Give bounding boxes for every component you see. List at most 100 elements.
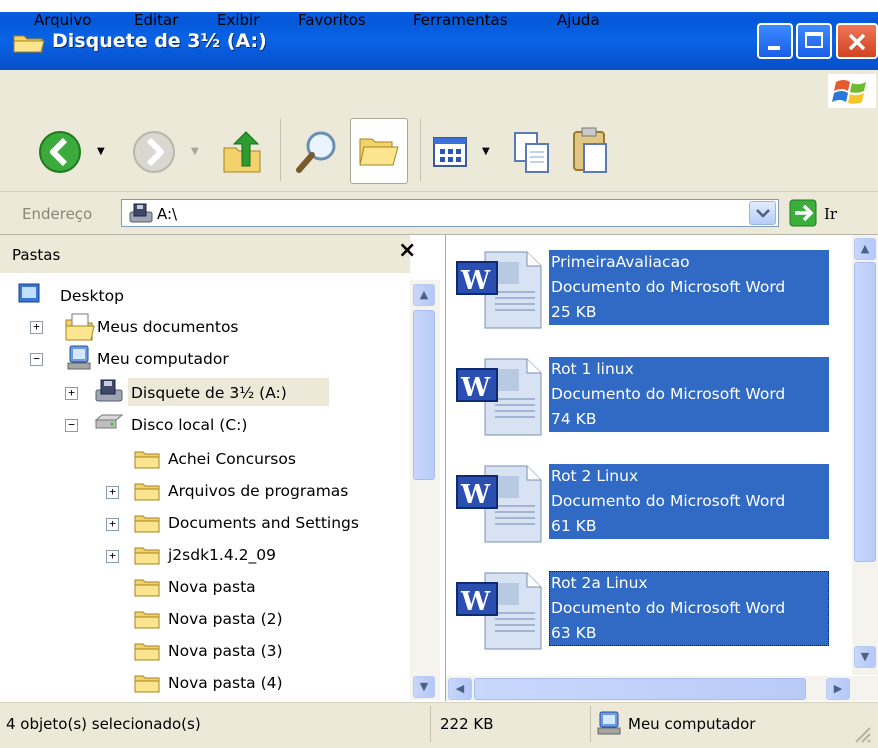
menu-ferramentas[interactable]: Ferramentas bbox=[413, 11, 508, 29]
forward-icon[interactable] bbox=[132, 130, 176, 174]
files-scroll-up[interactable]: ▲ bbox=[854, 238, 876, 260]
folders-close-icon[interactable]: × bbox=[398, 238, 416, 263]
folder-icon bbox=[134, 451, 160, 469]
folder-icon bbox=[134, 611, 160, 629]
back-icon[interactable] bbox=[38, 130, 82, 174]
menu-bar bbox=[0, 70, 878, 112]
window-title: Disquete de 3½ (A:) bbox=[52, 30, 267, 52]
expand-j2sdk[interactable]: + bbox=[106, 550, 119, 563]
file-size: 63 KB bbox=[551, 624, 597, 642]
close-icon bbox=[848, 33, 866, 51]
file-item-rot-2-linux[interactable]: Rot 2 Linux Documento do Microsoft Word … bbox=[549, 464, 829, 539]
computer-icon bbox=[67, 345, 91, 370]
file-item-rot-2a-linux[interactable]: Rot 2a Linux Documento do Microsoft Word… bbox=[549, 571, 829, 646]
svg-text:W: W bbox=[460, 266, 491, 296]
tree-item-nova-pasta-3[interactable]: Nova pasta (3) bbox=[168, 642, 283, 660]
status-selection: 4 objeto(s) selecionado(s) bbox=[6, 715, 201, 733]
tree-item-nova-pasta-4[interactable]: Nova pasta (4) bbox=[168, 674, 283, 692]
svg-text:W: W bbox=[460, 480, 491, 510]
tree-item-documents-and-settings[interactable]: Documents and Settings bbox=[168, 514, 359, 532]
computer-icon bbox=[597, 711, 621, 735]
file-type: Documento do Microsoft Word bbox=[551, 492, 786, 510]
expand-documents-and-settings[interactable]: + bbox=[106, 518, 119, 531]
folder-icon bbox=[134, 675, 160, 693]
tree-item-disquete[interactable]: Disquete de 3½ (A:) bbox=[131, 384, 287, 402]
tree-item-desktop[interactable]: Desktop bbox=[60, 287, 124, 305]
search-icon[interactable] bbox=[293, 128, 341, 176]
folders-toggle-button[interactable] bbox=[350, 118, 408, 184]
file-name: PrimeiraAvaliacao bbox=[551, 253, 690, 271]
file-type: Documento do Microsoft Word bbox=[551, 385, 786, 403]
my-documents-icon bbox=[65, 313, 95, 341]
folder-icon bbox=[134, 483, 160, 501]
word-document-icon[interactable]: W bbox=[455, 355, 547, 439]
word-document-icon[interactable]: W bbox=[455, 462, 547, 546]
maximize-button[interactable] bbox=[796, 23, 832, 59]
file-size: 61 KB bbox=[551, 517, 597, 535]
address-dropdown-button[interactable] bbox=[749, 201, 776, 225]
tree-item-meus-documentos[interactable]: Meus documentos bbox=[97, 318, 239, 336]
menu-editar[interactable]: Editar bbox=[134, 11, 178, 29]
floppy-drive-icon bbox=[129, 203, 153, 223]
resize-grip-icon[interactable] bbox=[852, 724, 872, 744]
tree-item-meu-computador[interactable]: Meu computador bbox=[97, 350, 229, 368]
file-type: Documento do Microsoft Word bbox=[551, 278, 786, 296]
tree-item-disco-local[interactable]: Disco local (C:) bbox=[131, 416, 247, 434]
address-value: A:\ bbox=[157, 205, 178, 223]
expand-arquivos-de-programas[interactable]: + bbox=[106, 486, 119, 499]
file-item-rot-1-linux[interactable]: Rot 1 linux Documento do Microsoft Word … bbox=[549, 357, 829, 432]
folders-title: Pastas bbox=[12, 246, 61, 264]
word-document-icon[interactable]: W bbox=[455, 569, 547, 653]
folder-icon bbox=[134, 643, 160, 661]
copy-icon[interactable] bbox=[512, 130, 552, 176]
files-scroll-thumb[interactable] bbox=[854, 262, 876, 562]
paste-icon[interactable] bbox=[570, 126, 612, 176]
folder-icon bbox=[134, 515, 160, 533]
status-zone: Meu computador bbox=[628, 715, 756, 733]
expand-disquete[interactable]: + bbox=[65, 387, 78, 400]
up-folder-icon[interactable] bbox=[220, 130, 268, 176]
menu-ajuda[interactable]: Ajuda bbox=[557, 11, 600, 29]
minimize-button[interactable] bbox=[757, 23, 793, 59]
folder-icon bbox=[134, 547, 160, 565]
menu-arquivo[interactable]: Arquivo bbox=[34, 11, 91, 29]
svg-text:W: W bbox=[460, 373, 491, 403]
menu-favoritos[interactable]: Favoritos bbox=[298, 11, 366, 29]
tree-item-achei-concursos[interactable]: Achei Concursos bbox=[168, 450, 296, 468]
files-scroll-left[interactable]: ◀ bbox=[448, 678, 472, 700]
file-type: Documento do Microsoft Word bbox=[551, 599, 786, 617]
files-scroll-down[interactable]: ▼ bbox=[854, 646, 876, 668]
go-arrow-icon[interactable] bbox=[789, 199, 817, 227]
collapse-meu-computador[interactable]: − bbox=[30, 353, 43, 366]
collapse-disco-local[interactable]: − bbox=[65, 419, 78, 432]
menu-exibir[interactable]: Exibir bbox=[217, 11, 259, 29]
back-dropdown-icon[interactable]: ▼ bbox=[97, 146, 105, 157]
file-name: Rot 2 Linux bbox=[551, 467, 639, 485]
windows-logo bbox=[828, 74, 876, 108]
chevron-down-icon bbox=[756, 209, 770, 218]
desktop-icon bbox=[18, 283, 40, 303]
tree-item-arquivos-de-programas[interactable]: Arquivos de programas bbox=[168, 482, 348, 500]
address-label: Endereço bbox=[22, 205, 93, 223]
folders-scroll-thumb[interactable] bbox=[413, 310, 435, 480]
folders-header bbox=[0, 235, 410, 273]
expand-meus-documentos[interactable]: + bbox=[30, 321, 43, 334]
address-input[interactable] bbox=[121, 199, 779, 227]
tree-item-nova-pasta-2[interactable]: Nova pasta (2) bbox=[168, 610, 283, 628]
tree-item-nova-pasta[interactable]: Nova pasta bbox=[168, 578, 256, 596]
folders-scroll-up[interactable]: ▲ bbox=[413, 284, 435, 306]
forward-dropdown-icon[interactable]: ▼ bbox=[191, 146, 199, 157]
go-button-label[interactable]: Ir bbox=[824, 205, 837, 223]
close-button[interactable] bbox=[836, 23, 878, 59]
tree-item-j2sdk[interactable]: j2sdk1.4.2_09 bbox=[168, 546, 276, 564]
file-item-primeiraavaliacao[interactable]: PrimeiraAvaliacao Documento do Microsoft… bbox=[549, 250, 829, 325]
files-hscroll-thumb[interactable] bbox=[474, 678, 806, 700]
status-size: 222 KB bbox=[440, 715, 494, 733]
views-dropdown-icon[interactable]: ▼ bbox=[482, 146, 490, 157]
folders-scroll-down[interactable]: ▼ bbox=[413, 676, 435, 698]
svg-text:W: W bbox=[460, 587, 491, 617]
files-scroll-right[interactable]: ▶ bbox=[826, 678, 850, 700]
floppy-folder-icon bbox=[13, 35, 45, 53]
views-icon[interactable] bbox=[432, 135, 472, 171]
word-document-icon[interactable]: W bbox=[455, 248, 547, 332]
